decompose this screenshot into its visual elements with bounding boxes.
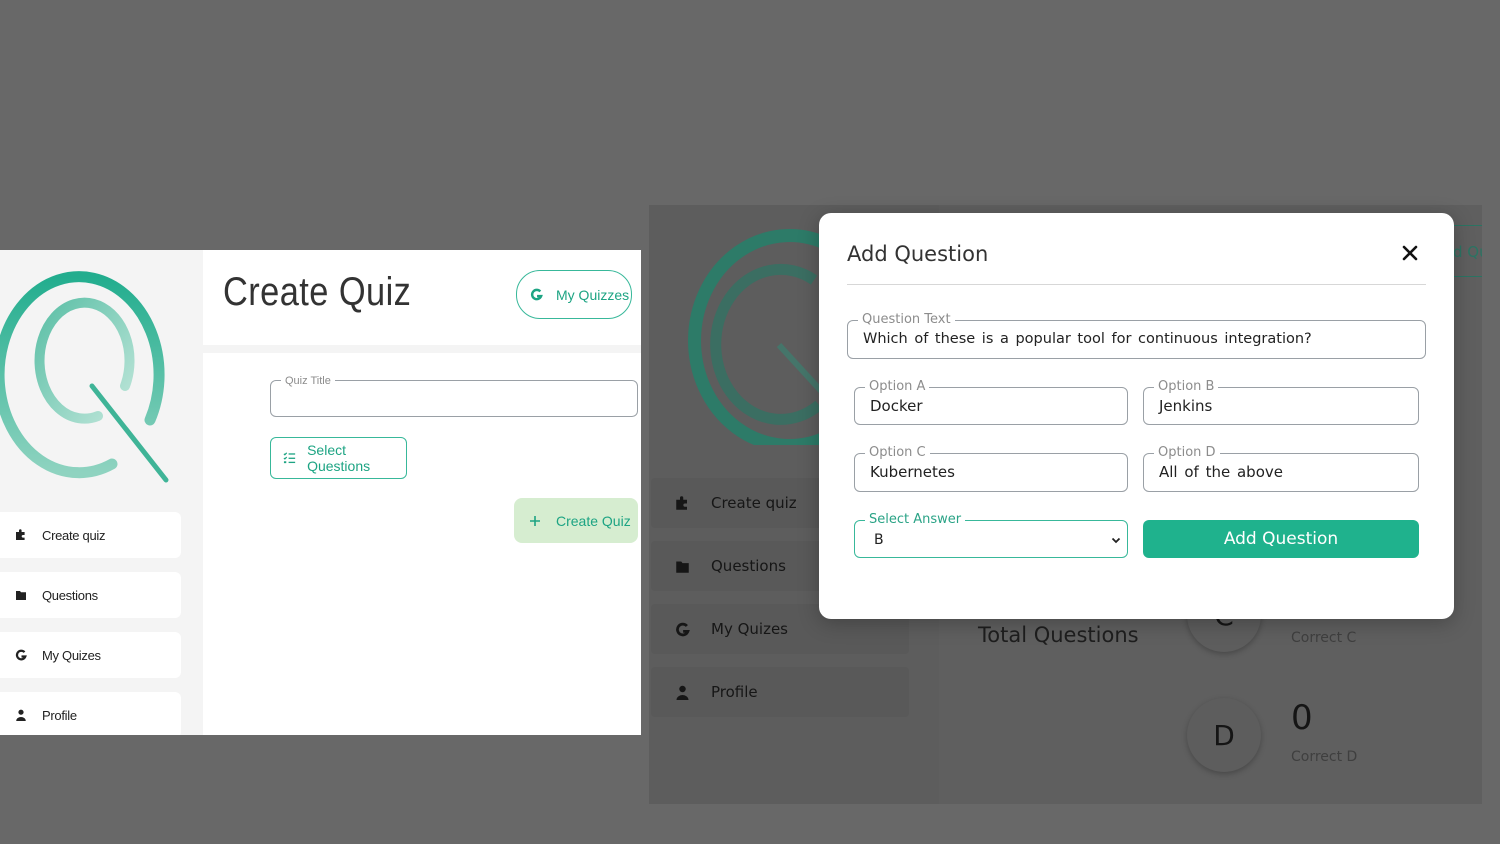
modal-title: Add Question (847, 242, 989, 266)
stat-count: 0 (1291, 698, 1313, 738)
add-question-button[interactable]: Add Question (1143, 520, 1419, 558)
sidebar-item-label: Profile (711, 683, 758, 701)
sidebar-item-questions[interactable]: Questions (0, 572, 181, 618)
sidebar-item-label: Create quiz (42, 527, 106, 543)
sidebar-item-label: Profile (42, 707, 77, 723)
total-questions-label: Total Questions (978, 623, 1139, 647)
user-icon (16, 709, 26, 721)
option-d-label: Option D (1154, 446, 1220, 460)
create-quiz-form: Quiz Title Select Questions Create Quiz (203, 353, 641, 735)
checklist-icon (283, 452, 296, 464)
logo-g-icon (531, 288, 543, 301)
folder-icon (676, 561, 689, 573)
quiz-title-field[interactable]: Quiz Title (270, 374, 638, 417)
option-a-value: Docker (870, 397, 923, 415)
option-d-value: All of the above (1159, 463, 1283, 481)
stat-circle-d: D (1187, 698, 1261, 772)
select-answer-dropdown[interactable]: Select Answer B (854, 513, 1128, 558)
question-text-field[interactable]: Question Text Which of these is a popula… (847, 313, 1426, 359)
folder-icon (16, 591, 26, 600)
my-quizzes-label: My Quizzes (556, 286, 630, 303)
sidebar-item-my-quizes[interactable]: My Quizes (0, 632, 181, 678)
puzzle-icon (16, 529, 25, 540)
app-logo (0, 271, 169, 483)
option-b-field[interactable]: Option B Jenkins (1143, 380, 1419, 425)
option-a-field[interactable]: Option A Docker (854, 380, 1128, 425)
user-icon (676, 685, 689, 700)
page-title: Create Quiz (223, 270, 412, 314)
sidebar-item-create-quiz[interactable]: Create quiz (0, 512, 181, 558)
logo-g-icon (15, 649, 27, 661)
select-answer-label: Select Answer (865, 513, 966, 527)
option-b-label: Option B (1154, 380, 1219, 394)
sidebar-item-label: My Quizes (711, 620, 788, 638)
page-header: Create Quiz My Quizzes (203, 250, 641, 345)
puzzle-icon (676, 495, 687, 510)
select-questions-label: Select Questions (307, 442, 371, 474)
question-text-label: Question Text (858, 313, 955, 327)
stat-label: Correct D (1291, 749, 1358, 765)
option-c-field[interactable]: Option C Kubernetes (854, 446, 1128, 492)
sidebar-item-label: My Quizes (42, 647, 101, 663)
add-question-modal: Add Question Question Text Which of thes… (819, 213, 1454, 619)
plus-icon (530, 515, 540, 526)
option-d-field[interactable]: Option D All of the above (1143, 446, 1419, 492)
sidebar-item-label: Questions (711, 557, 786, 575)
sidebar-item-label: Questions (42, 587, 98, 603)
my-quizzes-button[interactable]: My Quizzes (516, 270, 632, 319)
sidebar-item-profile[interactable]: Profile (651, 667, 909, 717)
logo-g-icon (676, 622, 690, 636)
create-quiz-label: Create Quiz (556, 512, 631, 529)
create-quiz-button[interactable]: Create Quiz (514, 498, 638, 543)
stat-label: Correct C (1291, 630, 1357, 646)
option-b-value: Jenkins (1159, 397, 1213, 415)
modal-divider (847, 284, 1426, 285)
create-quiz-screen: Create quiz Questions My Quizes Profile … (0, 250, 641, 735)
chevron-down-icon (1111, 537, 1121, 544)
close-icon[interactable] (1402, 245, 1418, 261)
select-answer-value: B (874, 532, 884, 548)
option-c-label: Option C (865, 446, 930, 460)
app-logo (688, 229, 834, 445)
option-c-value: Kubernetes (870, 463, 955, 481)
sidebar-item-profile[interactable]: Profile (0, 692, 181, 735)
question-text-value: Which of these is a popular tool for con… (863, 331, 1312, 347)
select-questions-button[interactable]: Select Questions (270, 437, 407, 479)
quiz-title-label: Quiz Title (281, 374, 335, 388)
sidebar-item-label: Create quiz (711, 494, 797, 512)
sidebar: Create quiz Questions My Quizes Profile (0, 250, 203, 735)
stat-letter: D (1213, 718, 1235, 752)
option-a-label: Option A (865, 380, 930, 394)
